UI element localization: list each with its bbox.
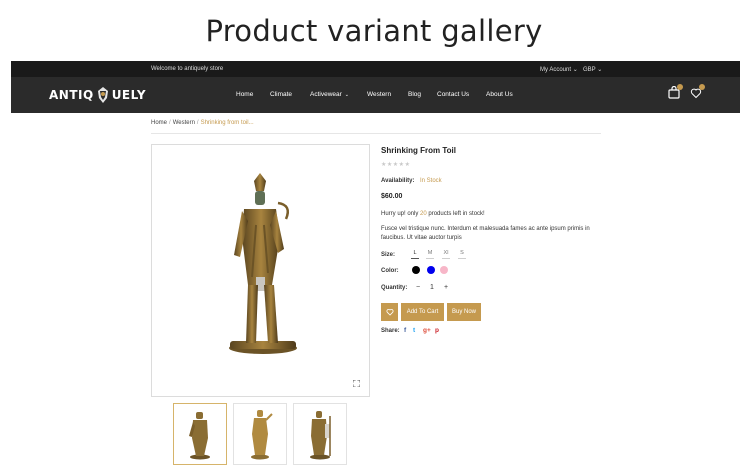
availability-status: In Stock	[420, 178, 442, 184]
store-screenshot: Welcome to antiquely store My Account ⌄ …	[11, 61, 740, 465]
my-account-label: My Account	[540, 67, 572, 73]
banner-title: Product variant gallery	[205, 14, 543, 48]
main-header: ANTIQ UELY Home Climate Activewear ⌄ West…	[11, 77, 740, 113]
add-to-cart-button[interactable]: Add To Cart	[401, 303, 444, 321]
store-logo[interactable]: ANTIQ UELY	[49, 86, 146, 104]
breadcrumb: Home / Western / Shrinking from toil...	[151, 120, 254, 126]
size-label: Size:	[381, 252, 396, 258]
thumbnail-2[interactable]	[233, 403, 287, 465]
breadcrumb-category[interactable]: Western	[173, 120, 195, 126]
color-swatch-black[interactable]	[412, 266, 420, 274]
availability-label: Availability:	[381, 178, 415, 184]
nav-item-western[interactable]: Western	[367, 91, 391, 98]
product-title: Shrinking From Toil	[381, 146, 456, 155]
nav-item-blog[interactable]: Blog	[408, 91, 421, 98]
thumbnail-3[interactable]	[293, 403, 347, 465]
breadcrumb-separator: /	[169, 120, 171, 126]
buy-now-button[interactable]: Buy Now	[447, 303, 481, 321]
nav-item-climate[interactable]: Climate	[270, 91, 292, 98]
page: Product variant gallery Welcome to antiq…	[0, 0, 748, 465]
wishlist-badge	[699, 84, 705, 90]
size-option-xl[interactable]: Xl	[442, 250, 450, 259]
wishlist-button[interactable]	[690, 84, 705, 104]
quantity-stepper: − 1 +	[411, 281, 453, 294]
quantity-label: Quantity:	[381, 285, 408, 291]
pinterest-icon[interactable]: p	[435, 327, 439, 334]
nav-item-contact-us[interactable]: Contact Us	[437, 91, 469, 98]
currency-dropdown[interactable]: GBP ⌄	[583, 66, 602, 73]
facebook-icon[interactable]: f	[404, 327, 406, 334]
thumbnail-statue-image	[189, 412, 210, 460]
quantity-increase-button[interactable]: +	[439, 284, 453, 291]
quantity-decrease-button[interactable]: −	[411, 284, 425, 291]
top-bar: Welcome to antiquely store My Account ⌄ …	[11, 61, 740, 77]
logo-text-right: UELY	[111, 88, 147, 102]
size-option-l[interactable]: L	[411, 250, 419, 259]
my-account-dropdown[interactable]: My Account ⌄	[540, 66, 578, 73]
stock-notice-suffix: products left in stock!	[426, 211, 485, 217]
size-option-s[interactable]: S	[458, 250, 466, 259]
currency-label: GBP	[583, 67, 596, 73]
nav-item-home[interactable]: Home	[236, 91, 253, 98]
pharaoh-head-icon	[97, 87, 108, 103]
product-price: $60.00	[381, 193, 403, 200]
thumbnail-1[interactable]	[173, 403, 227, 465]
product-description: Fusce vel tristique nunc. Interdum et ma…	[381, 226, 590, 241]
chevron-down-icon: ⌄	[597, 67, 603, 73]
logo-text-left: ANTIQ	[49, 88, 94, 102]
stock-count: 20	[420, 211, 427, 217]
stock-notice-prefix: Hurry up! only	[381, 211, 421, 217]
heart-icon	[386, 309, 393, 316]
star-icon: ★	[404, 162, 411, 168]
color-label: Color:	[381, 268, 399, 274]
twitter-icon[interactable]: t	[413, 327, 415, 334]
share-label: Share:	[381, 328, 400, 334]
expand-icon[interactable]	[353, 380, 360, 387]
main-product-image[interactable]	[151, 144, 370, 397]
thumbnail-statue-image	[310, 411, 331, 460]
breadcrumb-separator: /	[196, 120, 199, 126]
nav-item-about-us[interactable]: About Us	[486, 91, 513, 98]
pharaoh-statue-image	[229, 173, 297, 354]
chevron-down-icon: ⌄	[572, 67, 578, 73]
breadcrumb-home[interactable]: Home	[151, 120, 167, 126]
stock-notice: Hurry up! only 20 products left in stock…	[381, 211, 485, 217]
size-option-m[interactable]: M	[426, 250, 434, 259]
nav-item-activewear-label: Activewear	[310, 91, 342, 98]
chevron-down-icon: ⌄	[344, 92, 349, 98]
wishlist-button[interactable]	[381, 303, 398, 321]
color-swatch-blue[interactable]	[427, 266, 435, 274]
cart-badge	[677, 84, 683, 90]
star-rating[interactable]: ★★★★★	[381, 161, 410, 168]
nav-item-activewear[interactable]: Activewear ⌄	[310, 91, 349, 98]
cart-button[interactable]	[668, 84, 683, 104]
color-swatch-pink[interactable]	[440, 266, 448, 274]
divider	[151, 133, 601, 134]
breadcrumb-current: Shrinking from toil...	[200, 120, 254, 126]
quantity-value[interactable]: 1	[425, 284, 439, 291]
welcome-text: Welcome to antiquely store	[151, 66, 224, 72]
thumbnail-statue-image	[251, 410, 273, 460]
google-plus-icon[interactable]: g+	[423, 327, 431, 334]
product-page: Home/Western/Shrinking from toil...	[11, 113, 740, 465]
